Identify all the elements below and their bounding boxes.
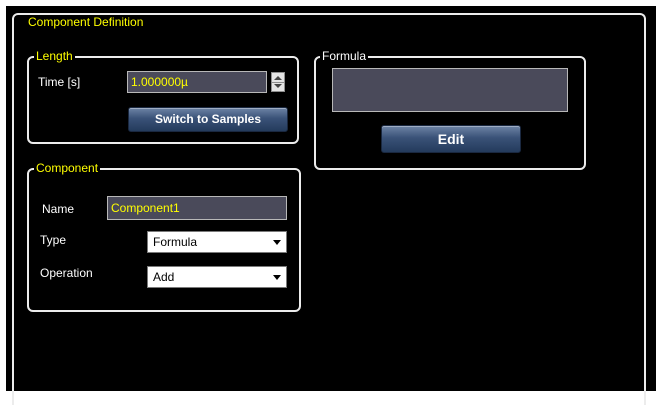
name-input[interactable]: Component1 [107,196,287,220]
operation-label: Operation [40,266,93,280]
type-select-value: Formula [153,235,198,249]
formula-field[interactable] [332,68,568,112]
operation-select[interactable]: Add [147,266,287,288]
name-label: Name [42,202,75,216]
chevron-down-icon[interactable] [273,240,281,245]
formula-title: Formula [320,49,369,63]
chevron-down-icon[interactable] [273,275,281,280]
switch-to-samples-button[interactable]: Switch to Samples [128,107,288,132]
time-input[interactable]: 1.000000µ [127,71,267,93]
operation-select-value: Add [153,270,175,284]
time-label: Time [s] [38,75,81,89]
length-title: Length [34,49,75,63]
component-definition-title: Component Definition [26,15,146,29]
spin-down-icon[interactable] [274,84,282,88]
spin-up-icon[interactable] [274,76,282,80]
type-select[interactable]: Formula [147,231,287,253]
component-title: Component [34,161,101,175]
time-spinner[interactable] [271,72,285,92]
edit-formula-button[interactable]: Edit [381,125,521,153]
type-label: Type [40,233,67,247]
spinner-divider [272,82,284,83]
